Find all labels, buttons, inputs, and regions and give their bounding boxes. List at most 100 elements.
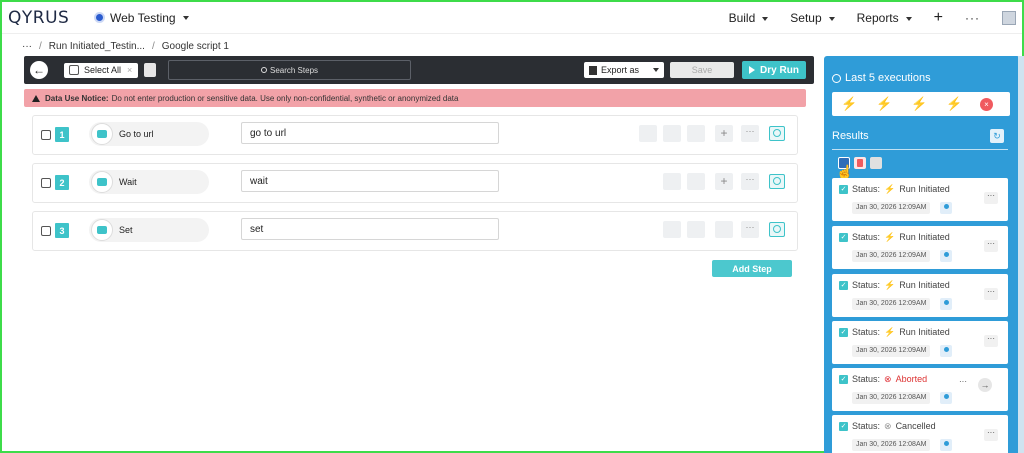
- dry-run-label: Dry Run: [760, 64, 799, 76]
- add-step-button[interactable]: Add Step: [712, 260, 792, 277]
- result-card[interactable]: ✓ Status: ⊗ Cancelled Jan 30, 2026 12:08AM…: [832, 415, 1008, 453]
- input-icon: [91, 219, 113, 241]
- result-checkbox[interactable]: ✓: [839, 328, 848, 337]
- step-action-selector[interactable]: Wait: [89, 170, 209, 194]
- status-label: Status:: [852, 232, 881, 242]
- result-status: Status: ⚡ Run Initiated: [852, 280, 950, 291]
- project-selector[interactable]: Web Testing: [94, 11, 189, 25]
- step-description-input[interactable]: set: [241, 218, 499, 240]
- dry-run-button[interactable]: Dry Run: [742, 61, 806, 79]
- user-icon: [940, 202, 952, 214]
- export-label: Export as: [601, 65, 640, 75]
- expand-step-button[interactable]: [769, 126, 785, 141]
- run-initiated-icon[interactable]: ⚡: [902, 96, 937, 112]
- step-checkbox[interactable]: [41, 226, 51, 236]
- result-checkbox[interactable]: ✓: [839, 281, 848, 290]
- avatar[interactable]: [1002, 11, 1016, 25]
- qyrus-logo[interactable]: QYRUS: [8, 8, 82, 28]
- step-action-selector[interactable]: Go to url: [89, 122, 209, 146]
- run-initiated-icon[interactable]: ⚡: [867, 96, 902, 112]
- refresh-icon[interactable]: ↻: [990, 129, 1004, 143]
- arrow-right-icon[interactable]: →: [978, 378, 992, 392]
- delete-steps-button[interactable]: [144, 63, 156, 77]
- expand-step-button[interactable]: [769, 222, 785, 237]
- result-checkbox[interactable]: ✓: [839, 185, 848, 194]
- breadcrumb-more[interactable]: ···: [22, 41, 32, 52]
- breadcrumb: ··· / Run Initiated_Testin... / Google s…: [22, 38, 229, 54]
- result-checkbox[interactable]: ✓: [839, 422, 848, 431]
- add-step-below-button[interactable]: +: [715, 173, 733, 190]
- result-more-button[interactable]: ···: [956, 378, 970, 390]
- run-initiated-icon[interactable]: ⚡: [832, 96, 867, 112]
- result-card[interactable]: ✓ Status: ⚡ Run Initiated Jan 30, 2026 12:…: [832, 321, 1008, 364]
- result-card[interactable]: ✓ Status: ⚡ Run Initiated Jan 30, 2026 12:…: [832, 274, 1008, 317]
- step-row: 1 Go to url go to url + ···: [32, 115, 798, 155]
- status-label: Status:: [852, 374, 881, 384]
- hourglass-icon: [91, 171, 113, 193]
- result-card[interactable]: ✓ Status: ⚡ Run Initiated Jan 30, 2026 12:…: [832, 226, 1008, 269]
- result-date: Jan 30, 2026 12:09AM: [852, 202, 931, 214]
- result-more-button[interactable]: ···: [984, 240, 998, 252]
- step-description-input[interactable]: go to url: [241, 122, 499, 144]
- step-action-selector[interactable]: Set: [89, 218, 209, 242]
- save-button[interactable]: Save: [670, 62, 734, 78]
- add-icon[interactable]: +: [934, 9, 943, 27]
- step-action-label: Wait: [119, 177, 137, 187]
- user-icon: [940, 439, 952, 451]
- file-icon[interactable]: [639, 125, 657, 142]
- screenshot-icon[interactable]: [663, 125, 681, 142]
- close-icon[interactable]: ×: [127, 65, 132, 75]
- breadcrumb-item-run[interactable]: Run Initiated_Testin...: [49, 41, 145, 52]
- status-value: Run Initiated: [899, 184, 950, 194]
- user-icon: [940, 345, 952, 357]
- top-navbar: QYRUS Web Testing Build Setup Reports + …: [2, 2, 1022, 34]
- nav-reports[interactable]: Reports: [857, 11, 912, 25]
- step-checkbox[interactable]: [41, 178, 51, 188]
- nav-build[interactable]: Build: [729, 11, 769, 25]
- panel-scrollbar[interactable]: [1018, 56, 1024, 453]
- result-card[interactable]: ✓ Status: ⚡ Run Initiated Jan 30, 2026 12:…: [832, 178, 1008, 221]
- share-icon[interactable]: [715, 221, 733, 238]
- select-all-toggle[interactable]: Select All ×: [64, 62, 138, 78]
- results-title: Results: [832, 130, 869, 142]
- result-more-button[interactable]: ···: [984, 288, 998, 300]
- search-steps-input[interactable]: Search Steps: [168, 60, 411, 80]
- status-value: Run Initiated: [899, 232, 950, 242]
- result-card[interactable]: ✓ Status: ⊗ Aborted Jan 30, 2026 12:08AM ·…: [832, 368, 1008, 411]
- export-dropdown[interactable]: Export as: [584, 62, 664, 78]
- screenshot-icon[interactable]: [663, 173, 681, 190]
- step-checkbox[interactable]: [41, 130, 51, 140]
- result-more-button[interactable]: ···: [984, 429, 998, 441]
- result-checkbox[interactable]: ✓: [839, 233, 848, 242]
- result-status: Status: ⊗ Aborted: [852, 374, 927, 385]
- back-button[interactable]: ←: [30, 61, 48, 79]
- share-icon[interactable]: [687, 173, 705, 190]
- user-icon: [940, 298, 952, 310]
- add-step-below-button[interactable]: +: [715, 125, 733, 142]
- result-more-button[interactable]: ···: [984, 192, 998, 204]
- step-more-button[interactable]: ···: [741, 221, 759, 238]
- expand-step-button[interactable]: [769, 174, 785, 189]
- run-initiated-icon[interactable]: ⚡: [937, 96, 972, 112]
- screenshot-icon[interactable]: [687, 221, 705, 238]
- trash-icon[interactable]: [854, 157, 866, 169]
- step-more-button[interactable]: ···: [741, 125, 759, 142]
- add-step-label: Add Step: [732, 263, 772, 274]
- select-all-checkbox[interactable]: [69, 65, 79, 75]
- share-icon[interactable]: [687, 125, 705, 142]
- play-icon: [749, 66, 756, 74]
- aborted-icon[interactable]: ×: [980, 97, 993, 111]
- status-value: Run Initiated: [899, 280, 950, 290]
- more-icon[interactable]: ···: [965, 11, 980, 25]
- result-checkbox[interactable]: ✓: [839, 375, 848, 384]
- step-description-input[interactable]: wait: [241, 170, 499, 192]
- nav-setup[interactable]: Setup: [790, 11, 835, 25]
- file-icon[interactable]: [663, 221, 681, 238]
- result-more-button[interactable]: ···: [984, 335, 998, 347]
- step-more-button[interactable]: ···: [741, 173, 759, 190]
- breadcrumb-separator: /: [39, 40, 42, 52]
- status-value: Run Initiated: [899, 327, 950, 337]
- stop-icon[interactable]: [870, 157, 882, 169]
- breadcrumb-separator: /: [151, 40, 155, 52]
- cancelled-icon: ⊗: [884, 421, 892, 431]
